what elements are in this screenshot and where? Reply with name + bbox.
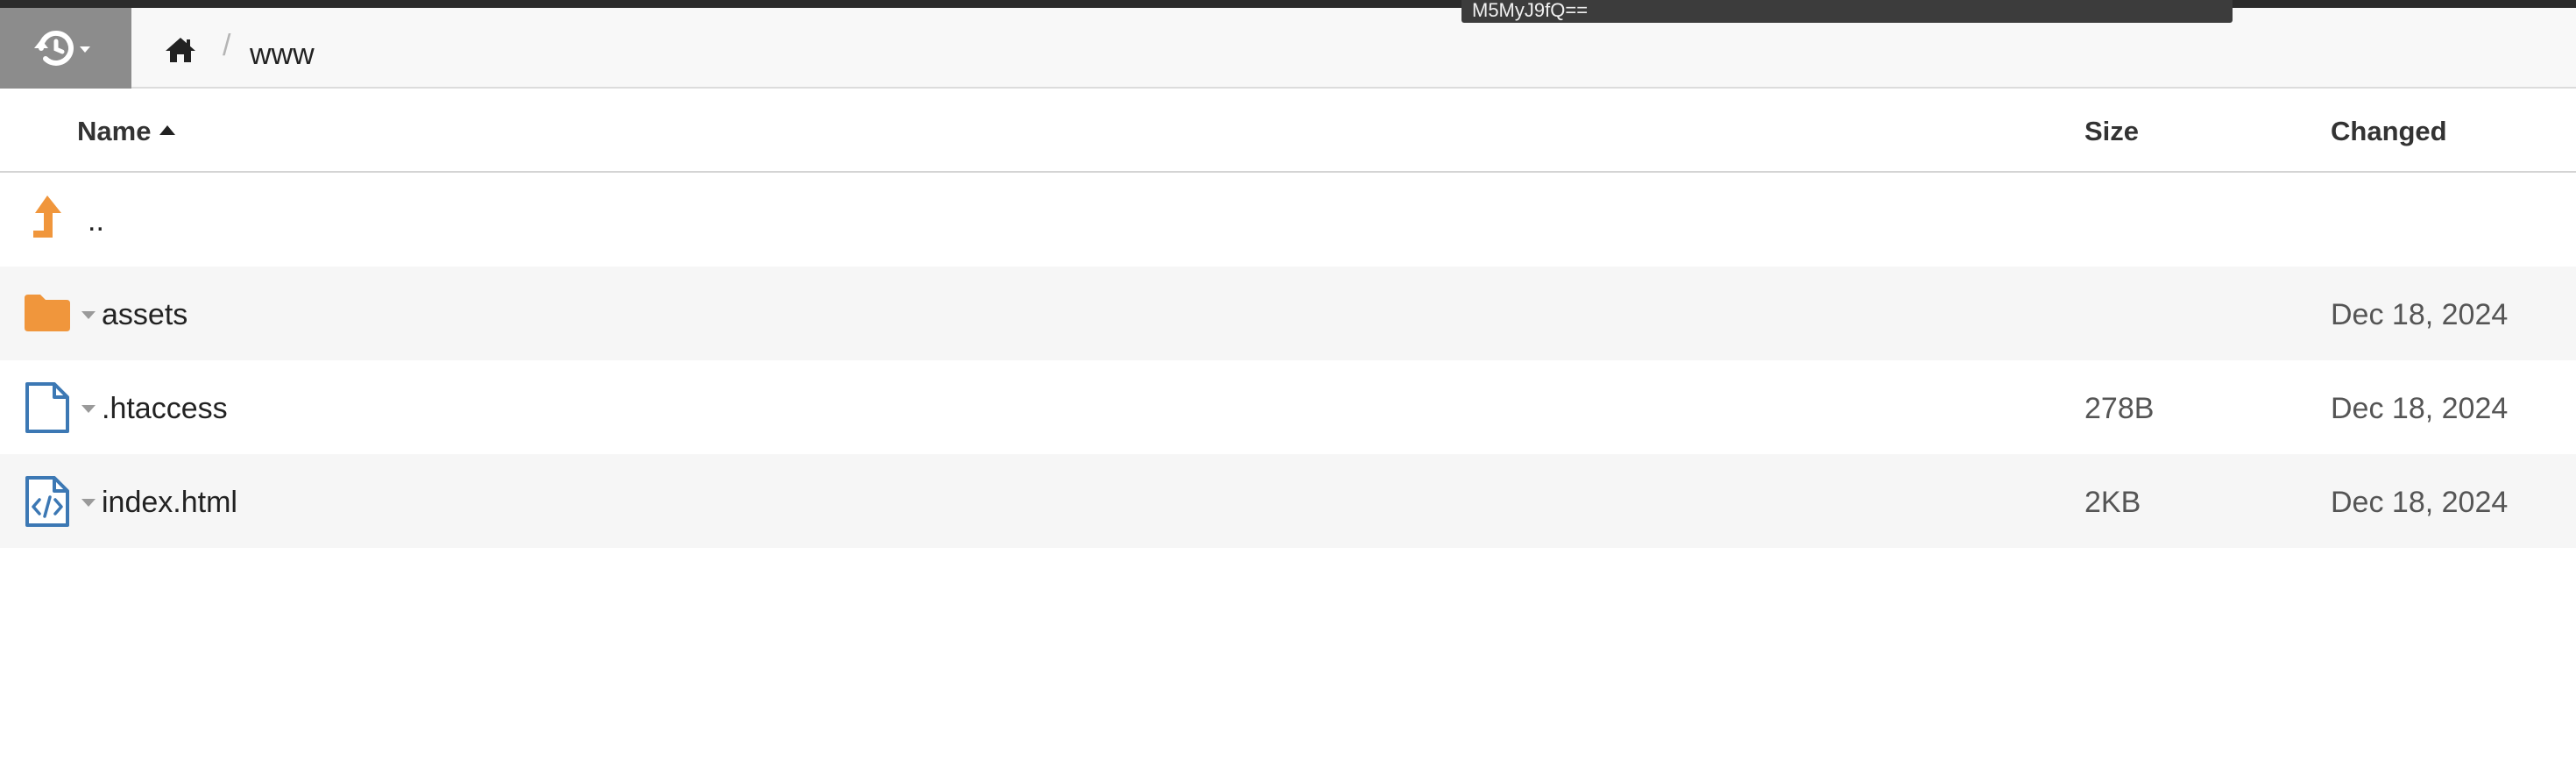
row-menu-chevron-icon[interactable] bbox=[81, 311, 96, 319]
file-icon bbox=[25, 382, 69, 433]
row-menu-chevron-icon[interactable] bbox=[81, 405, 96, 413]
column-header-name[interactable]: Name bbox=[77, 116, 176, 147]
up-arrow-icon bbox=[33, 196, 61, 238]
file-changed: Dec 18, 2024 bbox=[2331, 298, 2509, 331]
sort-ascending-icon bbox=[159, 125, 176, 136]
tooltip: M5MyJ9fQ== bbox=[1461, 0, 2233, 23]
table-row[interactable]: .htaccess 278B Dec 18, 2024 bbox=[0, 360, 2576, 454]
file-name: index.html bbox=[102, 486, 237, 519]
home-icon bbox=[166, 38, 195, 62]
file-changed: Dec 18, 2024 bbox=[2331, 486, 2509, 519]
file-name: .htaccess bbox=[102, 392, 228, 425]
column-header-changed[interactable]: Changed bbox=[2331, 116, 2447, 147]
row-menu-chevron-icon[interactable] bbox=[81, 499, 96, 507]
code-file-icon bbox=[25, 476, 69, 527]
history-button[interactable] bbox=[0, 8, 131, 89]
table-row[interactable]: assets Dec 18, 2024 bbox=[0, 267, 2576, 360]
tooltip-text: M5MyJ9fQ== bbox=[1472, 0, 1589, 21]
file-size: 278B bbox=[2084, 392, 2155, 425]
file-name: assets bbox=[102, 298, 188, 331]
home-link[interactable] bbox=[163, 32, 198, 68]
folder-icon bbox=[25, 295, 70, 331]
breadcrumb-current[interactable]: www bbox=[250, 38, 315, 72]
history-icon bbox=[34, 30, 90, 66]
file-name: .. bbox=[88, 204, 104, 238]
column-header-size[interactable]: Size bbox=[2084, 116, 2139, 147]
table-row-parent[interactable]: .. bbox=[0, 173, 2576, 267]
table-header: Name Size Changed bbox=[0, 89, 2576, 173]
column-header-name-label: Name bbox=[77, 116, 152, 146]
chevron-down-icon bbox=[80, 46, 90, 53]
breadcrumb-separator: / bbox=[223, 29, 231, 62]
file-changed: Dec 18, 2024 bbox=[2331, 392, 2509, 425]
file-size: 2KB bbox=[2084, 486, 2141, 519]
table-row[interactable]: index.html 2KB Dec 18, 2024 bbox=[0, 454, 2576, 548]
